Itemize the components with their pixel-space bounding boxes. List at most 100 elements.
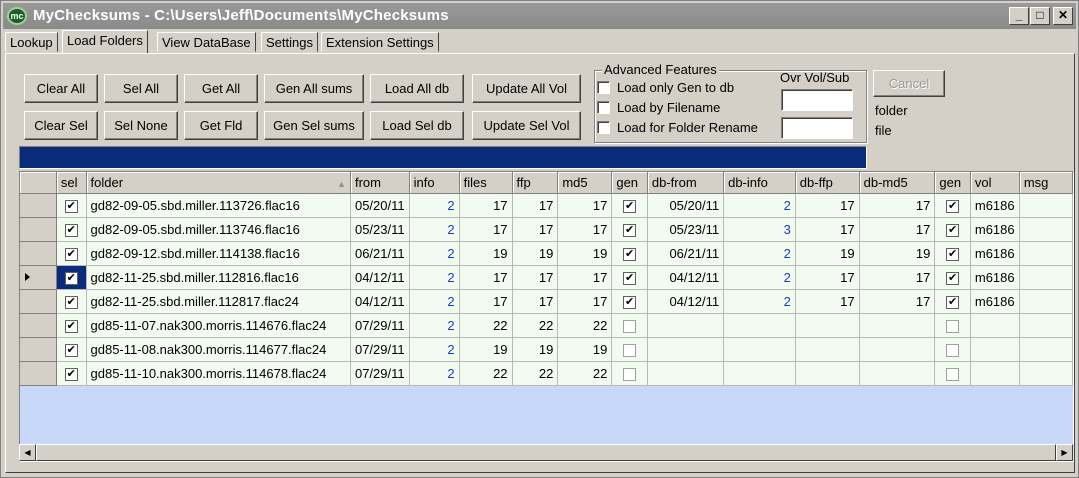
update-all-vol-button[interactable]: Update All Vol <box>472 74 581 103</box>
checkbox[interactable] <box>597 120 610 134</box>
gen2-checkbox-cell[interactable]: ✔ <box>934 289 971 314</box>
sel-checkbox-cell[interactable]: ✔ <box>56 337 87 362</box>
checkbox[interactable]: ✔ <box>64 247 78 261</box>
row-header[interactable] <box>20 337 57 362</box>
ovr-sub-input[interactable] <box>781 117 853 139</box>
table-row[interactable]: ✔ gd85-11-07.nak300.morris.114676.flac24 0… <box>20 313 1073 338</box>
col-header-gen[interactable]: gen <box>611 172 648 194</box>
row-header[interactable] <box>20 193 57 218</box>
gen-checkbox-cell[interactable]: ✔ <box>611 241 648 266</box>
checkbox[interactable]: ✔ <box>64 295 78 309</box>
db-info-link-cell[interactable]: 2 <box>723 265 796 290</box>
col-header-md5[interactable]: md5 <box>557 172 613 194</box>
col-header-db-md5[interactable]: db-md5 <box>859 172 936 194</box>
update-sel-vol-button[interactable]: Update Sel Vol <box>472 111 581 140</box>
info-link-cell[interactable]: 2 <box>409 241 460 266</box>
checkbox[interactable]: ✔ <box>946 223 960 237</box>
maximize-button[interactable]: □ <box>1030 7 1050 25</box>
sel-checkbox-cell[interactable]: ✔ <box>56 241 87 266</box>
title-bar[interactable]: mc MyChecksums - C:\Users\Jeff\Documents… <box>3 3 1076 29</box>
checkbox[interactable]: ✔ <box>64 199 78 213</box>
gen2-checkbox-cell[interactable]: ✔ <box>934 265 971 290</box>
checkbox[interactable]: ✔ <box>64 319 78 333</box>
folders-grid[interactable]: sel folder ▲ from info files ffp md5 gen … <box>19 171 1074 462</box>
checkbox[interactable]: ✔ <box>64 367 78 381</box>
checkbox[interactable]: ✔ <box>623 295 637 309</box>
tab-settings[interactable]: Settings <box>261 32 318 52</box>
row-header[interactable] <box>20 289 57 314</box>
col-header-gen-2[interactable]: gen <box>934 172 971 194</box>
gen-all-sums-button[interactable]: Gen All sums <box>264 74 364 103</box>
table-row[interactable]: ✔ gd82-09-05.sbd.miller.113726.flac16 05/2… <box>20 193 1073 218</box>
gen-checkbox-cell[interactable] <box>611 361 648 386</box>
gen-checkbox-cell[interactable]: ✔ <box>611 193 648 218</box>
col-header-from[interactable]: from <box>350 172 410 194</box>
checkbox[interactable] <box>597 100 610 114</box>
checkbox[interactable] <box>946 319 960 333</box>
gen-checkbox-cell[interactable]: ✔ <box>611 289 648 314</box>
gen2-checkbox-cell[interactable]: ✔ <box>934 241 971 266</box>
checkbox[interactable] <box>623 367 637 381</box>
info-link-cell[interactable]: 2 <box>409 265 460 290</box>
col-header-msg[interactable]: msg <box>1019 172 1073 194</box>
info-link-cell[interactable]: 2 <box>409 361 460 386</box>
gen2-checkbox-cell[interactable]: ✔ <box>934 193 971 218</box>
table-row[interactable]: ✔ gd82-11-25.sbd.miller.112816.flac16 04/1… <box>20 265 1073 290</box>
col-header-db-from[interactable]: db-from <box>647 172 725 194</box>
clear-all-button[interactable]: Clear All <box>24 74 98 103</box>
row-header[interactable] <box>20 313 57 338</box>
load-only-gen-option[interactable]: Load only Gen to db <box>597 78 734 96</box>
get-fld-button[interactable]: Get Fld <box>184 111 258 140</box>
sel-none-button[interactable]: Sel None <box>104 111 178 140</box>
info-link-cell[interactable]: 2 <box>409 289 460 314</box>
gen-checkbox-cell[interactable] <box>611 337 648 362</box>
checkbox[interactable]: ✔ <box>623 271 637 285</box>
tab-extension-settings[interactable]: Extension Settings <box>321 32 439 52</box>
checkbox[interactable] <box>946 367 960 381</box>
col-header-sel[interactable]: sel <box>56 172 87 194</box>
table-row[interactable]: ✔ gd82-09-12.sbd.miller.114138.flac16 06/2… <box>20 241 1073 266</box>
db-info-link-cell[interactable] <box>723 361 796 386</box>
checkbox[interactable] <box>597 80 610 94</box>
sel-checkbox-cell[interactable]: ✔ <box>56 361 87 386</box>
sel-checkbox-cell[interactable]: ✔ <box>56 217 87 242</box>
db-info-link-cell[interactable]: 3 <box>723 217 796 242</box>
checkbox[interactable]: ✔ <box>946 295 960 309</box>
checkbox[interactable]: ✔ <box>946 271 960 285</box>
checkbox[interactable]: ✔ <box>623 223 637 237</box>
gen-checkbox-cell[interactable]: ✔ <box>611 217 648 242</box>
col-header-db-ffp[interactable]: db-ffp <box>795 172 860 194</box>
load-by-filename-option[interactable]: Load by Filename <box>597 98 720 116</box>
sel-checkbox-cell[interactable]: ✔ <box>56 265 87 290</box>
row-header[interactable] <box>20 265 57 290</box>
clear-sel-button[interactable]: Clear Sel <box>24 111 98 140</box>
table-row[interactable]: ✔ gd82-11-25.sbd.miller.112817.flac24 04/1… <box>20 289 1073 314</box>
horizontal-scrollbar[interactable]: ◀ ▶ <box>19 444 1074 461</box>
info-link-cell[interactable]: 2 <box>409 193 460 218</box>
gen-checkbox-cell[interactable] <box>611 313 648 338</box>
gen-sel-sums-button[interactable]: Gen Sel sums <box>264 111 364 140</box>
sel-checkbox-cell[interactable]: ✔ <box>56 289 87 314</box>
sel-all-button[interactable]: Sel All <box>104 74 178 103</box>
row-header[interactable] <box>20 217 57 242</box>
db-info-link-cell[interactable] <box>723 313 796 338</box>
checkbox[interactable]: ✔ <box>946 247 960 261</box>
ovr-vol-input[interactable] <box>781 89 853 111</box>
load-all-db-button[interactable]: Load All db <box>370 74 464 103</box>
table-row[interactable]: ✔ gd85-11-08.nak300.morris.114677.flac24 0… <box>20 337 1073 362</box>
gen-checkbox-cell[interactable]: ✔ <box>611 265 648 290</box>
tab-view-database[interactable]: View DataBase <box>157 32 256 52</box>
tab-load-folders[interactable]: Load Folders <box>62 30 148 53</box>
checkbox[interactable]: ✔ <box>64 223 78 237</box>
close-button[interactable]: ✕ <box>1053 7 1073 25</box>
gen2-checkbox-cell[interactable] <box>934 337 971 362</box>
col-header-vol[interactable]: vol <box>970 172 1020 194</box>
db-info-link-cell[interactable]: 2 <box>723 241 796 266</box>
tab-lookup[interactable]: Lookup <box>5 32 58 52</box>
info-link-cell[interactable]: 2 <box>409 217 460 242</box>
checkbox[interactable]: ✔ <box>623 199 637 213</box>
col-header-files[interactable]: files <box>459 172 513 194</box>
gen2-checkbox-cell[interactable] <box>934 313 971 338</box>
col-header-folder[interactable]: folder ▲ <box>86 172 351 194</box>
checkbox[interactable] <box>946 343 960 357</box>
